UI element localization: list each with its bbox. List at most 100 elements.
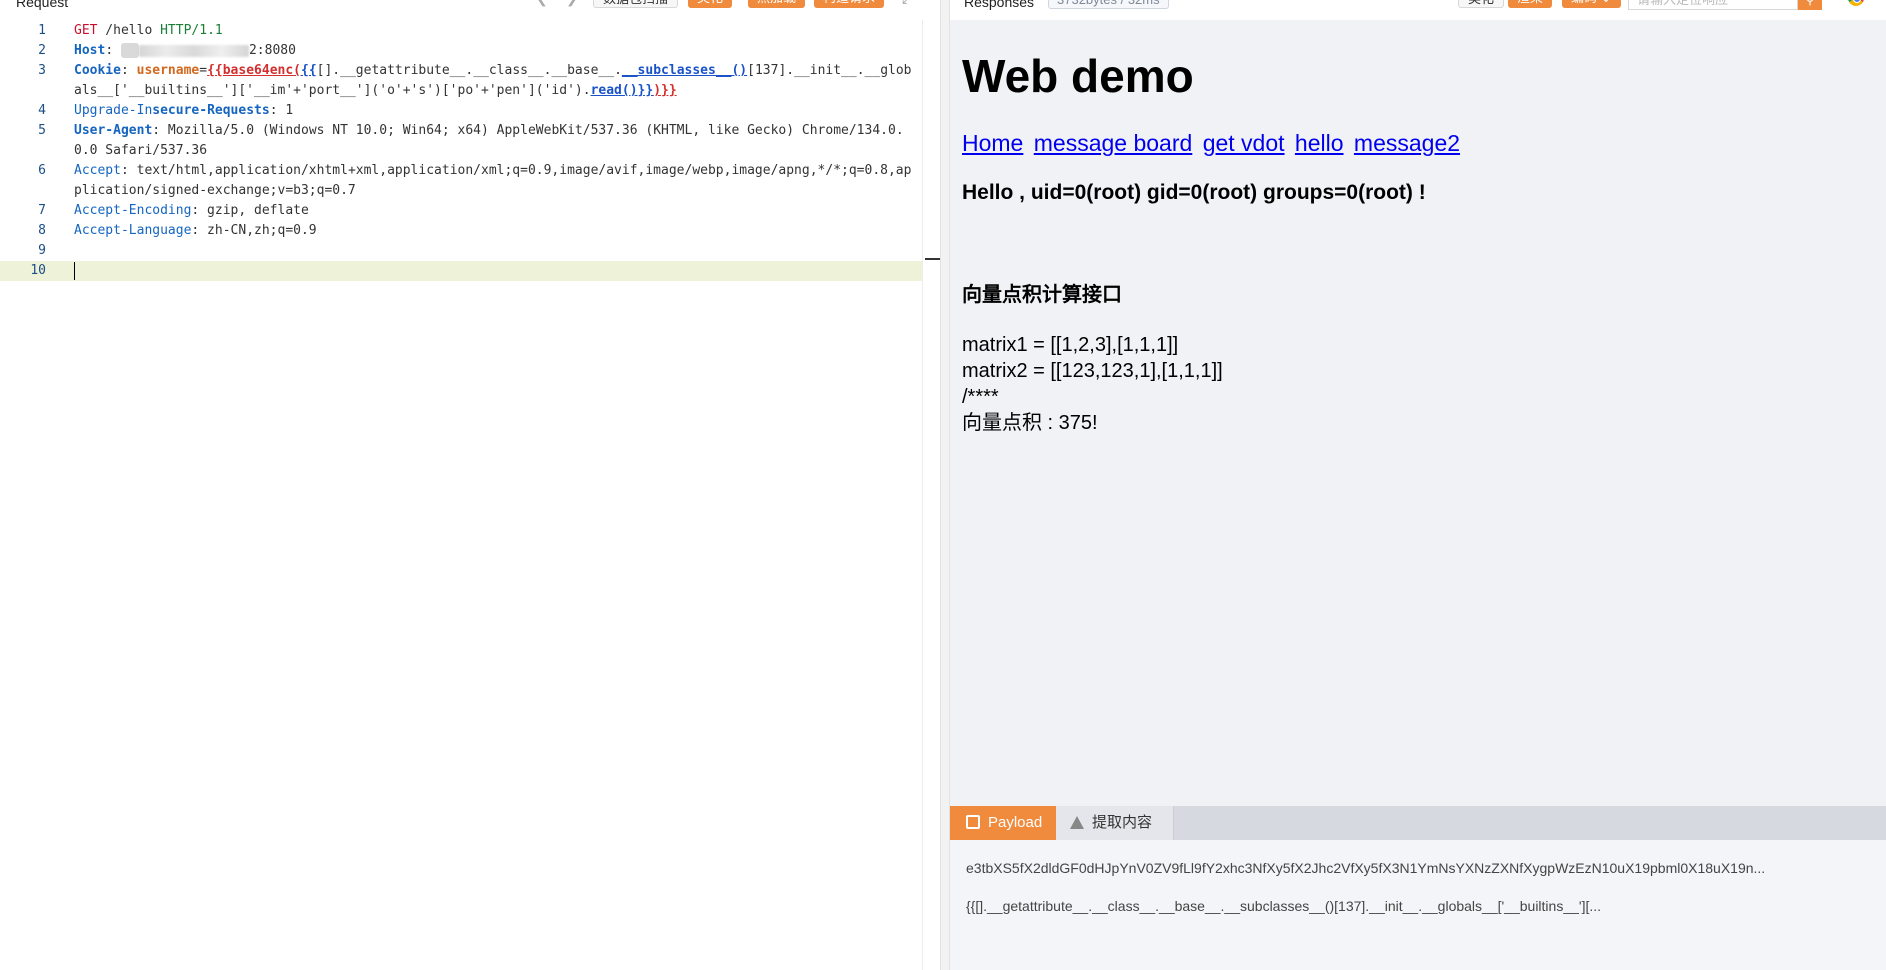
hello-output: Hello , uid=0(root) gid=0(root) groups=0… <box>962 181 1426 204</box>
pane-divider[interactable] <box>940 0 950 970</box>
code-token: Accept-Language <box>74 223 192 238</box>
host-chip-icon <box>120 43 139 58</box>
chrome-icon[interactable] <box>1848 0 1864 6</box>
hot-load-button[interactable]: 热加载 <box>748 0 806 8</box>
line-number: 7 <box>38 203 46 218</box>
beautify-response-button[interactable]: 美化 <box>1458 0 1505 8</box>
text-caret <box>74 261 75 280</box>
code-line[interactable]: 2 Host: 2:8080 <box>0 41 940 61</box>
code-token: 2:8080 <box>248 43 296 58</box>
code-token: __subclasses__() <box>621 63 748 78</box>
line-number: 9 <box>38 243 46 258</box>
payload-decoded[interactable]: {{[].__getattribute__.__class__.__base__… <box>966 898 1866 914</box>
line-text[interactable]: User-Agent: Mozilla/5.0 (Windows NT 10.0… <box>74 121 914 161</box>
packet-scan-button[interactable]: 数据包扫描 <box>593 0 679 8</box>
code-line[interactable]: 7 Accept-Encoding: gzip, deflate <box>0 201 940 221</box>
encoding-label: 编码 <box>1571 0 1597 5</box>
calc-output: matrix1 = [[1,2,3],[1,1,1]] matrix2 = [[… <box>962 332 1862 436</box>
code-token: : zh-CN,zh;q=0.9 <box>191 223 317 238</box>
line-text[interactable]: Upgrade-Insecure-Requests: 1 <box>74 101 914 121</box>
code-token: : <box>105 43 121 58</box>
payload-tabs: Payload 提取内容 <box>950 806 1886 840</box>
code-token: Accept <box>74 163 121 178</box>
line-text[interactable]: Host: 2:8080 <box>74 41 914 61</box>
nav-link-message-board[interactable]: message board <box>1034 130 1193 156</box>
code-token: )}} <box>653 83 677 98</box>
redacted-host <box>138 44 249 57</box>
line-text[interactable]: Cookie: username={{base64enc({{[].__geta… <box>74 61 914 101</box>
code-line[interactable]: 6 Accept: text/html,application/xhtml+xml… <box>0 161 940 201</box>
line-text[interactable] <box>74 241 914 261</box>
line-text[interactable]: Accept-Language: zh-CN,zh;q=0.9 <box>74 221 914 241</box>
request-pane: Request ❮ ❯ 数据包扫描 美化 热加载 构造请求 ⤢ 1 GET /he… <box>0 0 941 970</box>
code-line[interactable]: 4 Upgrade-Insecure-Requests: 1 <box>0 101 940 121</box>
code-token: Host <box>74 43 106 58</box>
rendered-page: Web demo Home message board get vdot hel… <box>962 48 1862 436</box>
search-icon[interactable]: ⚲ <box>1798 0 1822 10</box>
api-title: 向量点积计算接口 <box>962 284 1122 306</box>
line-text[interactable] <box>74 261 914 281</box>
line-number: 1 <box>38 23 46 38</box>
request-title: Request <box>16 0 69 10</box>
nav-link-home[interactable]: Home <box>962 130 1023 156</box>
scroll-marker <box>925 258 941 260</box>
code-token: : <box>120 63 137 78</box>
nav-link-get-vdot[interactable]: get vdot <box>1203 130 1285 156</box>
code-line[interactable]: 10 <box>0 261 940 281</box>
nav-link-message2[interactable]: message2 <box>1354 130 1460 156</box>
calc-line: matrix2 = [[123,123,1],[1,1,1]] <box>962 360 1223 382</box>
tab-payload[interactable]: Payload <box>950 806 1056 840</box>
code-token: Cookie <box>74 63 121 78</box>
line-number: 4 <box>38 103 46 118</box>
construct-request-button[interactable]: 构造请求 <box>814 0 885 8</box>
chevron-down-icon: ⌄ <box>1601 0 1612 5</box>
tab-extract-content[interactable]: 提取内容 <box>1056 806 1174 840</box>
line-number: 10 <box>30 263 46 278</box>
code-token: : text/html,application/xhtml+xml,applic… <box>74 163 912 198</box>
code-line[interactable]: 1 GET /hello HTTP/1.1 <box>0 21 940 41</box>
next-arrow-icon[interactable]: ❯ <box>566 0 578 7</box>
calc-line: /**** <box>962 386 999 408</box>
line-number: 6 <box>38 163 46 178</box>
document-icon <box>966 815 980 829</box>
code-token: read()}} <box>590 83 654 98</box>
code-token: = <box>199 63 208 78</box>
code-token: User-Agent <box>74 123 153 138</box>
code-token: : Mozilla/5.0 (Windows NT 10.0; Win64; x… <box>74 123 904 158</box>
code-token: : gzip, deflate <box>191 203 309 218</box>
response-pane: Responses 3732bytes / 32ms 美化 渲染 编码 ⌄ 请输… <box>950 0 1886 970</box>
code-token: HTTP/1.1 <box>160 23 223 38</box>
nav-links: Home message board get vdot hello messag… <box>962 128 1862 158</box>
code-line[interactable]: 9 <box>0 241 940 261</box>
code-token: {{ <box>301 63 317 78</box>
line-number: 5 <box>38 123 46 138</box>
response-header: Responses 3732bytes / 32ms 美化 渲染 编码 ⌄ 请输… <box>950 0 1886 20</box>
prev-arrow-icon[interactable]: ❮ <box>536 0 548 7</box>
line-text[interactable]: Accept: text/html,application/xhtml+xml,… <box>74 161 914 201</box>
code-token: {{base64enc( <box>207 63 301 78</box>
code-token: : 1 <box>269 103 294 118</box>
payload-encoded[interactable]: e3tbXS5fX2dldGF0dHJpYnV0ZV9fLl9fY2xhc3Nf… <box>966 860 1866 876</box>
request-header: Request ❮ ❯ 数据包扫描 美化 热加载 构造请求 ⤢ <box>0 0 940 20</box>
request-editor[interactable]: 1 GET /hello HTTP/1.1 2 Host: 2:8080 3 Cookie… <box>0 21 940 970</box>
locate-search-input[interactable]: 请输入定位响应 <box>1628 0 1798 10</box>
payload-panel: Payload 提取内容 e3tbXS5fX2dldGF0dHJpYnV0ZV9… <box>950 806 1886 970</box>
tab-payload-label: Payload <box>988 814 1043 831</box>
nav-link-hello[interactable]: hello <box>1295 130 1344 156</box>
request-scrollbar[interactable] <box>922 20 941 970</box>
size-time-badge: 3732bytes / 32ms <box>1048 0 1169 9</box>
line-text[interactable]: Accept-Encoding: gzip, deflate <box>74 201 914 221</box>
code-token: [].__getattribute__.__class__.__base__. <box>316 63 622 78</box>
line-number: 8 <box>38 223 46 238</box>
beautify-request-button[interactable]: 美化 <box>688 0 733 8</box>
code-token: /hello <box>97 23 161 38</box>
code-line[interactable]: 5 User-Agent: Mozilla/5.0 (Windows NT 10.… <box>0 121 940 161</box>
render-button[interactable]: 渲染 <box>1508 0 1553 8</box>
code-token: Upgrade-In <box>74 103 153 118</box>
expand-icon[interactable]: ⤢ <box>902 0 913 7</box>
code-token: GET <box>74 23 98 38</box>
code-line[interactable]: 8 Accept-Language: zh-CN,zh;q=0.9 <box>0 221 940 241</box>
line-text[interactable]: GET /hello HTTP/1.1 <box>74 21 914 41</box>
encoding-dropdown[interactable]: 编码 ⌄ <box>1562 0 1621 8</box>
code-line[interactable]: 3 Cookie: username={{base64enc({{[].__get… <box>0 61 940 101</box>
